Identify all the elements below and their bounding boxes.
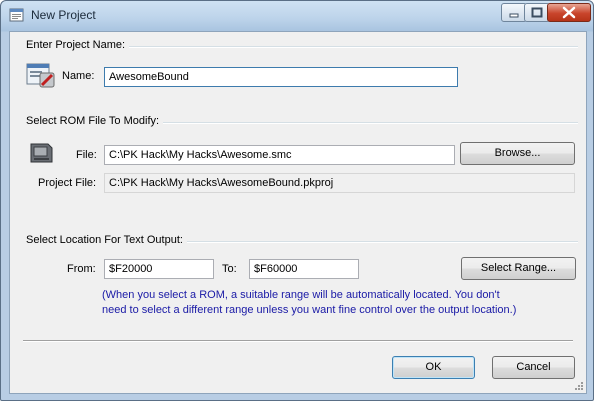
project-name-group: Enter Project Name: (26, 39, 578, 53)
maximize-icon (531, 7, 543, 18)
footer-separator (23, 340, 573, 342)
browse-button[interactable]: Browse... (460, 142, 575, 165)
resize-grip-icon[interactable] (574, 381, 584, 391)
project-name-field[interactable]: AwesomeBound (104, 67, 458, 87)
project-icon (26, 60, 58, 93)
close-button[interactable] (547, 3, 591, 22)
dialog-window: New Project Enter Project Name: Name: Aw… (0, 0, 594, 401)
to-address-field[interactable]: $F60000 (249, 259, 359, 279)
project-name-header: Enter Project Name: (26, 39, 130, 51)
name-label: Name: (62, 70, 95, 82)
cartridge-icon (28, 140, 54, 169)
window-app-icon (9, 7, 25, 23)
range-note-line-1: (When you select a ROM, a suitable range… (102, 289, 500, 301)
text-output-group: Select Location For Text Output: (26, 234, 578, 248)
title-bar[interactable]: New Project (1, 1, 593, 31)
rom-file-header: Select ROM File To Modify: (26, 115, 164, 127)
cancel-button[interactable]: Cancel (492, 356, 575, 379)
from-address-field[interactable]: $F20000 (104, 259, 214, 279)
project-file-label: Project File: (38, 177, 97, 189)
range-note-line-2: need to select a different range unless … (102, 304, 517, 316)
close-icon (562, 6, 576, 19)
rom-file-group: Select ROM File To Modify: (26, 115, 578, 129)
to-label: To: (222, 263, 237, 275)
ok-button[interactable]: OK (392, 356, 475, 379)
minimize-icon (509, 13, 519, 18)
file-label: File: (76, 149, 97, 161)
project-file-field: C:\PK Hack\My Hacks\AwesomeBound.pkproj (104, 173, 575, 193)
text-output-header: Select Location For Text Output: (26, 234, 187, 246)
rom-file-field[interactable]: C:\PK Hack\My Hacks\Awesome.smc (104, 145, 455, 165)
select-range-button[interactable]: Select Range... (461, 257, 576, 280)
from-label: From: (67, 263, 96, 275)
window-title: New Project (31, 8, 96, 22)
dialog-client-area: Enter Project Name: Name: AwesomeBound S… (9, 31, 587, 394)
